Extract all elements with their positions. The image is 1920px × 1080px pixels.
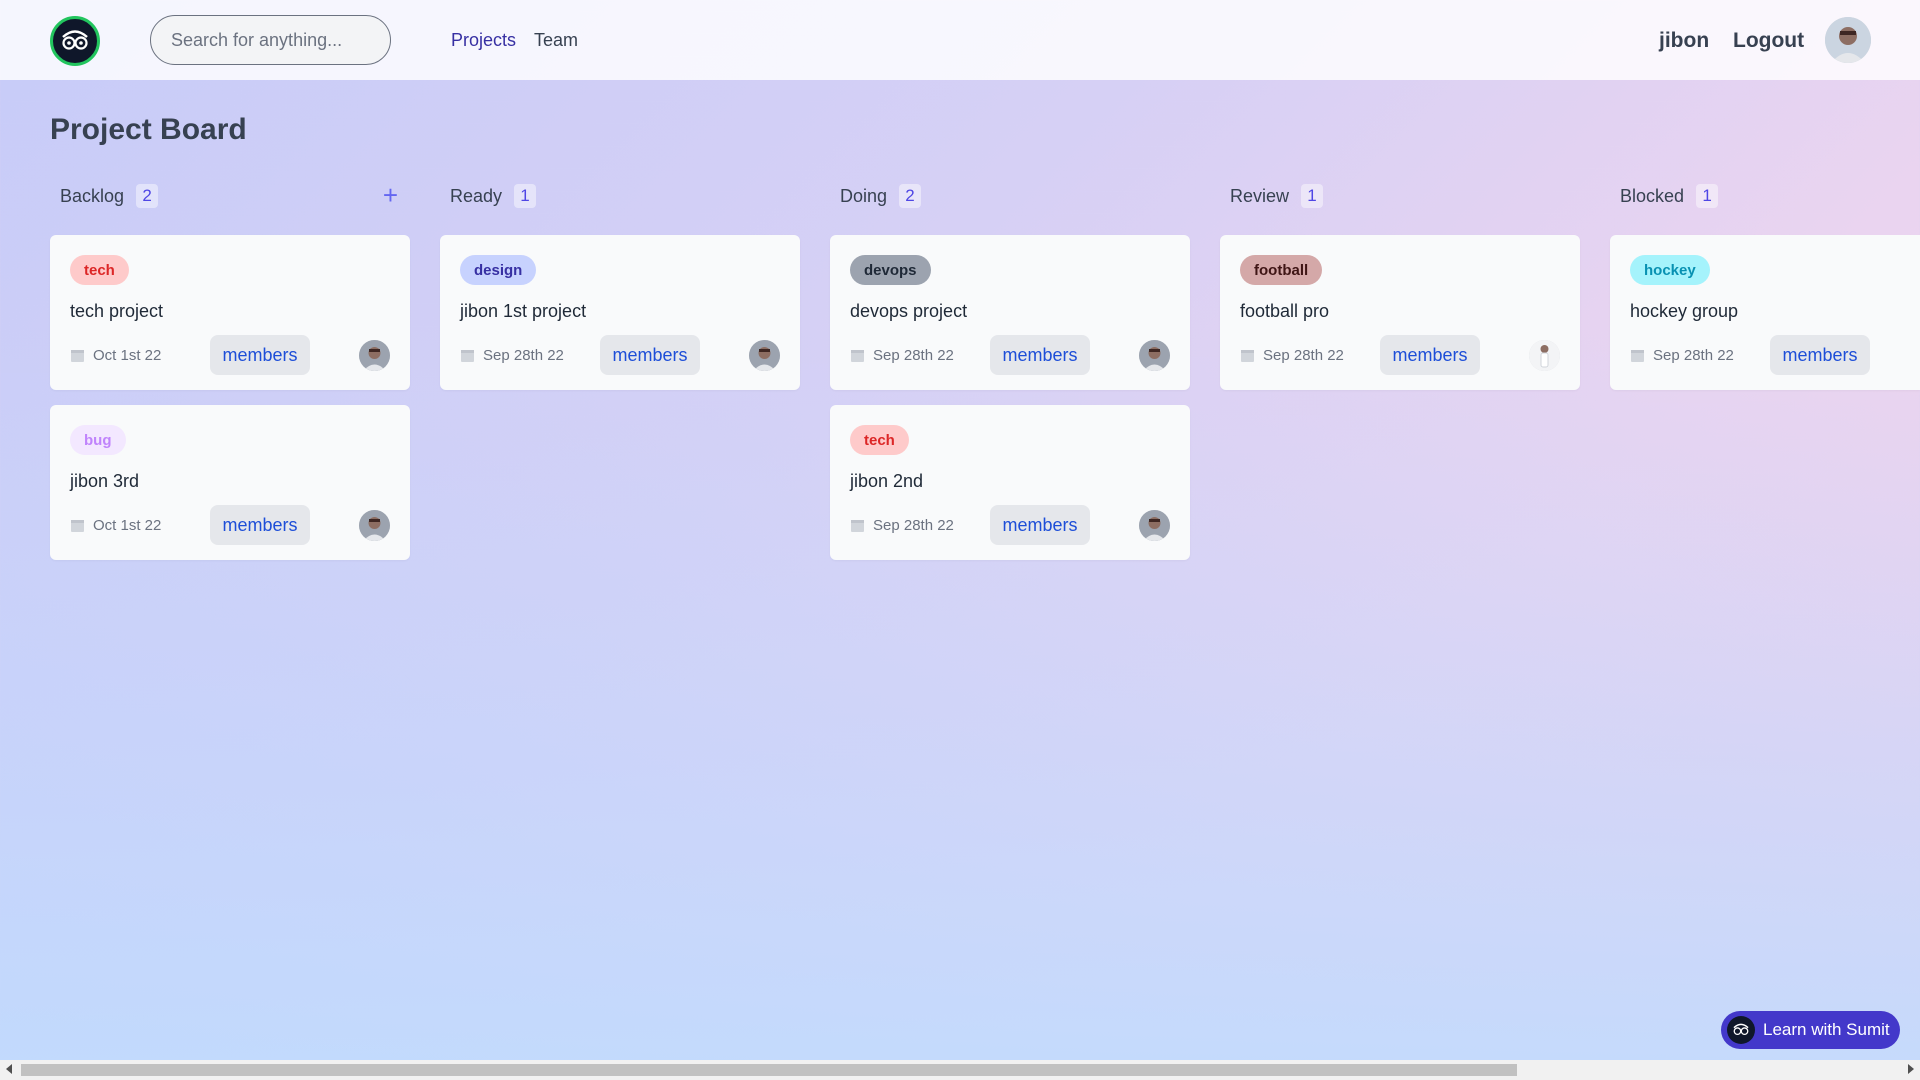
tag-badge: design bbox=[460, 255, 537, 285]
user-avatar[interactable] bbox=[1825, 17, 1871, 63]
tag-badge: tech bbox=[850, 425, 909, 455]
card-title: jibon 2nd bbox=[850, 471, 924, 491]
column-doing: Doing 2 devops devops project Sep 28th 2… bbox=[830, 180, 1190, 560]
card-date-text: Sep 28th 22 bbox=[1263, 347, 1344, 364]
members-button[interactable]: members bbox=[990, 505, 1090, 545]
card-date-text: Sep 28th 22 bbox=[483, 347, 564, 364]
card-date-text: Sep 28th 22 bbox=[873, 517, 954, 534]
project-card[interactable]: devops devops project Sep 28th 22 member… bbox=[830, 235, 1190, 390]
tag-badge: football bbox=[1240, 255, 1323, 285]
members-button[interactable]: members bbox=[600, 335, 700, 375]
owner-avatar bbox=[1139, 340, 1170, 371]
column-header: Doing 2 bbox=[830, 180, 1190, 212]
tag-badge: tech bbox=[70, 255, 129, 285]
column-title: Backlog bbox=[60, 185, 125, 206]
column-title: Doing bbox=[840, 185, 888, 206]
card-title: devops project bbox=[850, 301, 968, 321]
project-card[interactable]: tech tech project Oct 1st 22 members bbox=[50, 235, 410, 390]
column-count-badge: 1 bbox=[514, 184, 537, 208]
owner-avatar bbox=[359, 340, 390, 371]
column-review: Review 1 football football pro Sep 28th … bbox=[1220, 180, 1580, 390]
members-button[interactable]: members bbox=[1770, 335, 1870, 375]
calendar-icon bbox=[851, 350, 864, 362]
card-title: football pro bbox=[1240, 301, 1330, 321]
learn-logo-icon bbox=[1727, 1016, 1755, 1044]
card-title: hockey group bbox=[1630, 301, 1739, 321]
calendar-icon bbox=[461, 350, 474, 362]
members-button[interactable]: members bbox=[1380, 335, 1480, 375]
user-name: jibon bbox=[1659, 29, 1710, 52]
card-date-text: Sep 28th 22 bbox=[873, 347, 954, 364]
owner-avatar bbox=[749, 340, 780, 371]
scroll-right-icon[interactable] bbox=[1908, 1064, 1914, 1074]
column-count-badge: 1 bbox=[1696, 184, 1719, 208]
scroll-left-icon[interactable] bbox=[6, 1064, 12, 1074]
column-title: Ready bbox=[450, 185, 503, 206]
owner-avatar bbox=[1529, 340, 1560, 371]
project-card[interactable]: bug jibon 3rd Oct 1st 22 members bbox=[50, 405, 410, 560]
project-card[interactable]: design jibon 1st project Sep 28th 22 mem… bbox=[440, 235, 800, 390]
card-date: Oct 1st 22 bbox=[70, 347, 161, 364]
members-button[interactable]: members bbox=[990, 335, 1090, 375]
calendar-icon bbox=[1241, 350, 1254, 362]
card-date: Sep 28th 22 bbox=[850, 347, 954, 364]
members-button[interactable]: members bbox=[210, 335, 310, 375]
card-title: tech project bbox=[70, 301, 164, 321]
card-date-text: Oct 1st 22 bbox=[93, 347, 162, 364]
column-title: Blocked bbox=[1620, 185, 1685, 206]
page-title: Project Board bbox=[50, 113, 247, 146]
learn-with-sumit-button[interactable]: Learn with Sumit bbox=[1721, 1011, 1900, 1049]
column-header: Review 1 bbox=[1220, 180, 1580, 212]
column-count-badge: 2 bbox=[136, 184, 159, 208]
logout-button[interactable]: Logout bbox=[1733, 29, 1804, 53]
add-project-icon[interactable]: + bbox=[383, 182, 398, 208]
column-count-badge: 1 bbox=[1301, 184, 1324, 208]
column-ready: Ready 1 design jibon 1st project Sep 28t… bbox=[440, 180, 800, 390]
column-header: Blocked 1 bbox=[1610, 180, 1920, 212]
nav-team-link[interactable]: Team bbox=[534, 30, 578, 51]
card-title: jibon 3rd bbox=[70, 471, 140, 491]
top-navbar: Projects Team jibon Logout bbox=[0, 0, 1920, 80]
card-date: Oct 1st 22 bbox=[70, 517, 161, 534]
tag-badge: bug bbox=[70, 425, 126, 455]
project-card[interactable]: football football pro Sep 28th 22 member… bbox=[1220, 235, 1580, 390]
members-button[interactable]: members bbox=[210, 505, 310, 545]
column-title: Review bbox=[1230, 185, 1290, 206]
column-header: Backlog 2 + bbox=[50, 180, 410, 212]
column-backlog: Backlog 2 + tech tech project Oct 1st 22… bbox=[50, 180, 410, 560]
card-date: Sep 28th 22 bbox=[850, 517, 954, 534]
horizontal-scrollbar[interactable] bbox=[0, 1060, 1920, 1080]
project-card[interactable]: hockey hockey group Sep 28th 22 members bbox=[1610, 235, 1920, 390]
learn-button-label: Learn with Sumit bbox=[1763, 1020, 1890, 1039]
calendar-icon bbox=[1631, 350, 1644, 362]
card-date: Sep 28th 22 bbox=[1630, 347, 1734, 364]
card-date-text: Sep 28th 22 bbox=[1653, 347, 1734, 364]
owner-avatar bbox=[1139, 510, 1170, 541]
card-title: jibon 1st project bbox=[460, 301, 587, 321]
owner-avatar bbox=[359, 510, 390, 541]
project-card[interactable]: tech jibon 2nd Sep 28th 22 members bbox=[830, 405, 1190, 560]
column-count-badge: 2 bbox=[899, 184, 922, 208]
column-header: Ready 1 bbox=[440, 180, 800, 212]
search-input[interactable] bbox=[150, 15, 391, 65]
calendar-icon bbox=[71, 350, 84, 362]
calendar-icon bbox=[851, 520, 864, 532]
tag-badge: hockey bbox=[1630, 255, 1710, 285]
column-blocked: Blocked 1 hockey hockey group Sep 28th 2… bbox=[1610, 180, 1920, 390]
scrollbar-thumb[interactable] bbox=[21, 1064, 1517, 1076]
app-logo-icon[interactable] bbox=[50, 16, 100, 66]
nav-projects-link[interactable]: Projects bbox=[451, 30, 516, 51]
card-date-text: Oct 1st 22 bbox=[93, 517, 162, 534]
card-date: Sep 28th 22 bbox=[460, 347, 564, 364]
tag-badge: devops bbox=[850, 255, 931, 285]
card-date: Sep 28th 22 bbox=[1240, 347, 1344, 364]
calendar-icon bbox=[71, 520, 84, 532]
